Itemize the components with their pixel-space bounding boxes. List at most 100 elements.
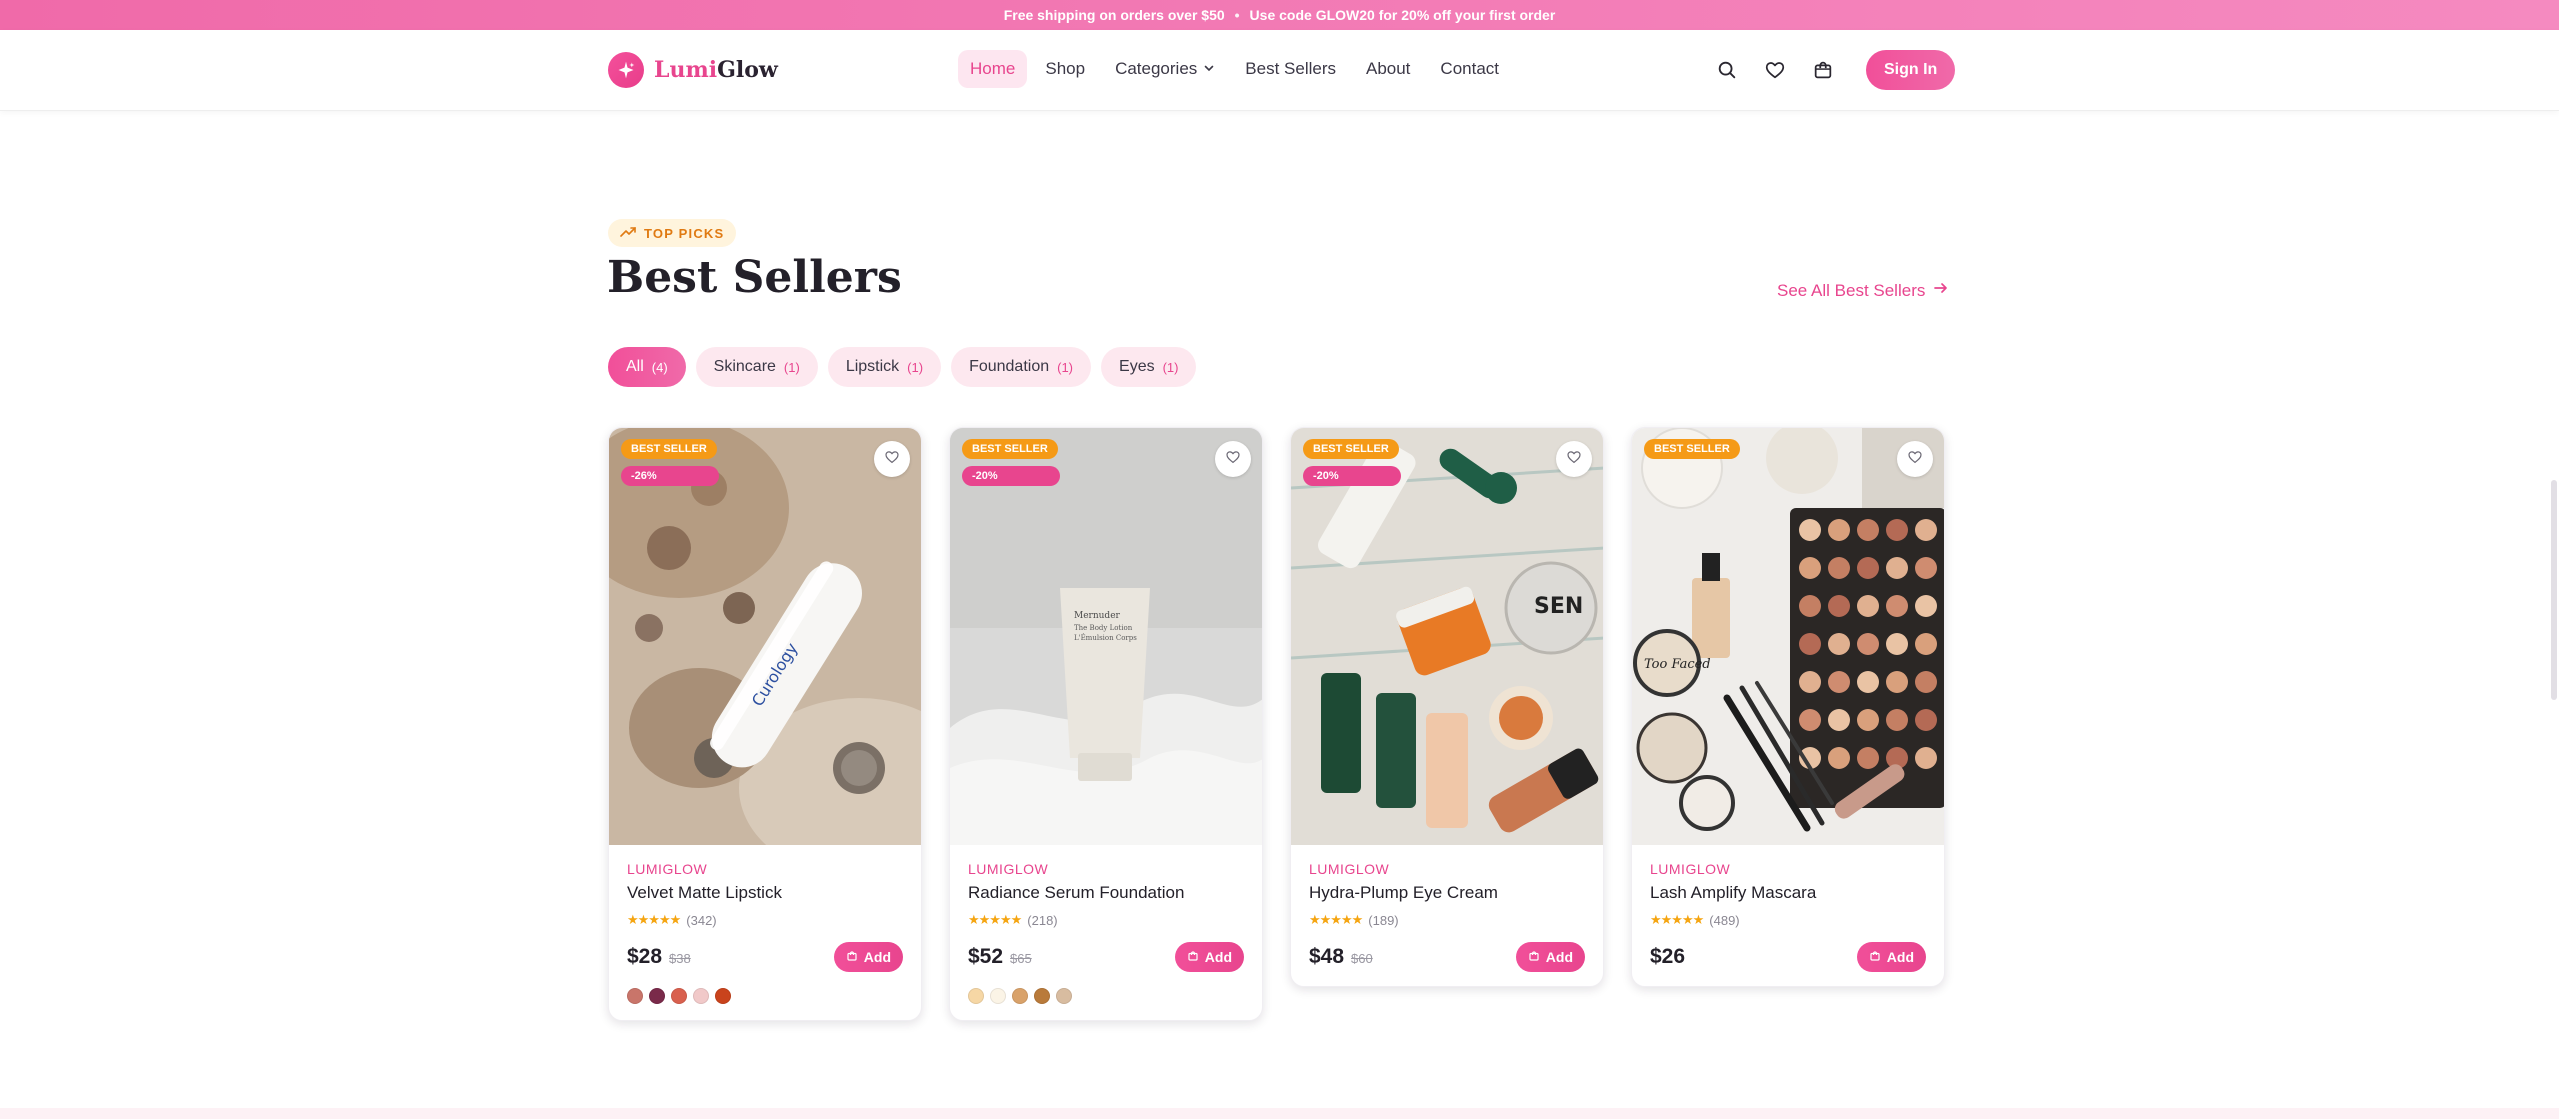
svg-text:L'Émulsion Corps: L'Émulsion Corps — [1074, 633, 1137, 642]
discount-badge: -20% — [1303, 466, 1401, 486]
filter-all[interactable]: All (4) — [608, 347, 686, 387]
product-card[interactable]: Mernuder The Body Lotion L'Émulsion Corp… — [949, 427, 1263, 1021]
product-price: $52 — [968, 945, 1004, 968]
shade-swatch[interactable] — [1012, 988, 1028, 1004]
product-rating: ★★★★★ (342) — [627, 912, 903, 928]
svg-text:Too Faced: Too Faced — [1644, 657, 1711, 672]
star-rating: ★★★★★ — [627, 912, 681, 927]
product-image[interactable]: Mernuder The Body Lotion L'Émulsion Corp… — [950, 428, 1262, 845]
star-rating: ★★★★★ — [1309, 912, 1363, 927]
product-rating: ★★★★★ (218) — [968, 912, 1244, 928]
original-price: $38 — [669, 951, 691, 966]
add-to-cart-button[interactable]: Add — [833, 942, 903, 972]
svg-text:The Body Lotion: The Body Lotion — [1074, 624, 1133, 632]
product-card[interactable]: SEN BEST SELLER -20% LUMIGLOW Hydra-Plum… — [1290, 427, 1604, 987]
product-image[interactable]: SEN BEST SELLER -20% — [1291, 428, 1603, 845]
shade-swatch[interactable] — [990, 988, 1006, 1004]
add-to-cart-button[interactable]: Add — [1515, 942, 1585, 972]
review-count: (218) — [1027, 912, 1058, 928]
add-to-cart-button[interactable]: Add — [1856, 942, 1926, 972]
product-brand: LUMIGLOW — [1309, 861, 1390, 877]
nav-about[interactable]: About — [1354, 50, 1422, 88]
filter-lipstick[interactable]: Lipstick (1) — [827, 347, 942, 387]
shade-swatch[interactable] — [968, 988, 984, 1004]
product-price: $26 — [1650, 945, 1686, 968]
add-to-cart-button[interactable]: Add — [1174, 942, 1244, 972]
nav-home[interactable]: Home — [958, 50, 1028, 88]
top-picks-badge: TOP PICKS — [608, 219, 737, 247]
nav-shop[interactable]: Shop — [1033, 50, 1097, 88]
product-brand: LUMIGLOW — [968, 861, 1049, 877]
chevron-down-icon — [1203, 59, 1215, 79]
product-brand: LUMIGLOW — [1650, 861, 1731, 877]
shade-swatches — [968, 988, 1244, 1004]
svg-text:SEN: SEN — [1534, 594, 1583, 619]
shade-swatch[interactable] — [671, 988, 687, 1004]
trending-up-icon — [620, 226, 636, 241]
wishlist-button[interactable] — [1215, 441, 1251, 477]
product-name[interactable]: Velvet Matte Lipstick — [627, 883, 903, 903]
shade-swatch[interactable] — [649, 988, 665, 1004]
next-section-edge — [0, 1108, 2559, 1119]
review-count: (189) — [1368, 912, 1399, 928]
best-seller-badge: BEST SELLER — [621, 439, 717, 459]
heart-icon[interactable] — [1762, 57, 1788, 83]
product-card[interactable]: Curology BEST SELLER -26% LUMIGLOW Velve… — [608, 427, 922, 1021]
shade-swatch[interactable] — [693, 988, 709, 1004]
wishlist-button[interactable] — [1897, 441, 1933, 477]
announcement-bar: Free shipping on orders over $50 • Use c… — [0, 0, 2559, 30]
arrow-right-icon — [1933, 280, 1949, 301]
badge-label: TOP PICKS — [644, 225, 725, 241]
shopping-bag-icon — [1187, 949, 1199, 965]
filter-eyes[interactable]: Eyes (1) — [1101, 347, 1197, 387]
shade-swatch[interactable] — [1034, 988, 1050, 1004]
nav-best-sellers[interactable]: Best Sellers — [1233, 50, 1348, 88]
product-image[interactable]: Too Faced BEST SELLER — [1632, 428, 1944, 845]
main-nav: Home Shop Categories Best Sellers About … — [958, 50, 1511, 88]
filter-foundation[interactable]: Foundation (1) — [951, 347, 1092, 387]
shopping-bag-icon — [1528, 949, 1540, 965]
best-seller-badge: BEST SELLER — [1303, 439, 1399, 459]
section-title: Best Sellers — [607, 252, 902, 303]
shopping-bag-icon[interactable] — [1810, 57, 1836, 83]
shade-swatch[interactable] — [1056, 988, 1072, 1004]
svg-text:Mernuder: Mernuder — [1074, 611, 1121, 621]
category-filters: All (4) Skincare (1) Lipstick (1) Foundatio… — [608, 347, 1197, 387]
shade-swatches — [627, 988, 903, 1004]
heart-icon — [1907, 449, 1923, 470]
product-name[interactable]: Radiance Serum Foundation — [968, 883, 1244, 903]
best-seller-badge: BEST SELLER — [962, 439, 1058, 459]
announcement-promo: Use code GLOW20 for 20% off your first o… — [1249, 7, 1556, 23]
product-price: $48 — [1309, 945, 1345, 968]
shopping-bag-icon — [1869, 949, 1881, 965]
site-header: LumiGlow Home Shop Categories Best Selle… — [0, 30, 2559, 111]
promo-code: GLOW20 — [1315, 7, 1375, 23]
nav-categories[interactable]: Categories — [1103, 50, 1227, 88]
scrollbar-thumb[interactable] — [2551, 480, 2557, 700]
product-image[interactable]: Curology BEST SELLER -26% — [609, 428, 921, 845]
announcement-separator: • — [1234, 7, 1240, 23]
product-name[interactable]: Lash Amplify Mascara — [1650, 883, 1926, 903]
logo-text: LumiGlow — [654, 57, 778, 83]
shade-swatch[interactable] — [627, 988, 643, 1004]
product-photo: Too Faced — [1632, 428, 1944, 845]
shade-swatch[interactable] — [715, 988, 731, 1004]
discount-badge: -20% — [962, 466, 1060, 486]
sign-in-button[interactable]: Sign In — [1866, 50, 1956, 90]
wishlist-button[interactable] — [1556, 441, 1592, 477]
product-card[interactable]: Too Faced BEST SELLER LUMIGLOW Lash Ampl… — [1631, 427, 1945, 987]
logo[interactable]: LumiGlow — [608, 52, 778, 88]
see-all-link[interactable]: See All Best Sellers — [1777, 280, 1949, 301]
product-rating: ★★★★★ (489) — [1650, 912, 1926, 928]
product-photo: Mernuder The Body Lotion L'Émulsion Corp… — [950, 428, 1262, 845]
filter-skincare[interactable]: Skincare (1) — [695, 347, 818, 387]
heart-icon — [884, 449, 900, 470]
product-price: $28 — [627, 945, 663, 968]
product-name[interactable]: Hydra-Plump Eye Cream — [1309, 883, 1585, 903]
wishlist-button[interactable] — [874, 441, 910, 477]
original-price: $60 — [1351, 951, 1373, 966]
nav-contact[interactable]: Contact — [1428, 50, 1511, 88]
product-photo: SEN — [1291, 428, 1603, 845]
search-icon[interactable] — [1714, 57, 1740, 83]
best-seller-badge: BEST SELLER — [1644, 439, 1740, 459]
